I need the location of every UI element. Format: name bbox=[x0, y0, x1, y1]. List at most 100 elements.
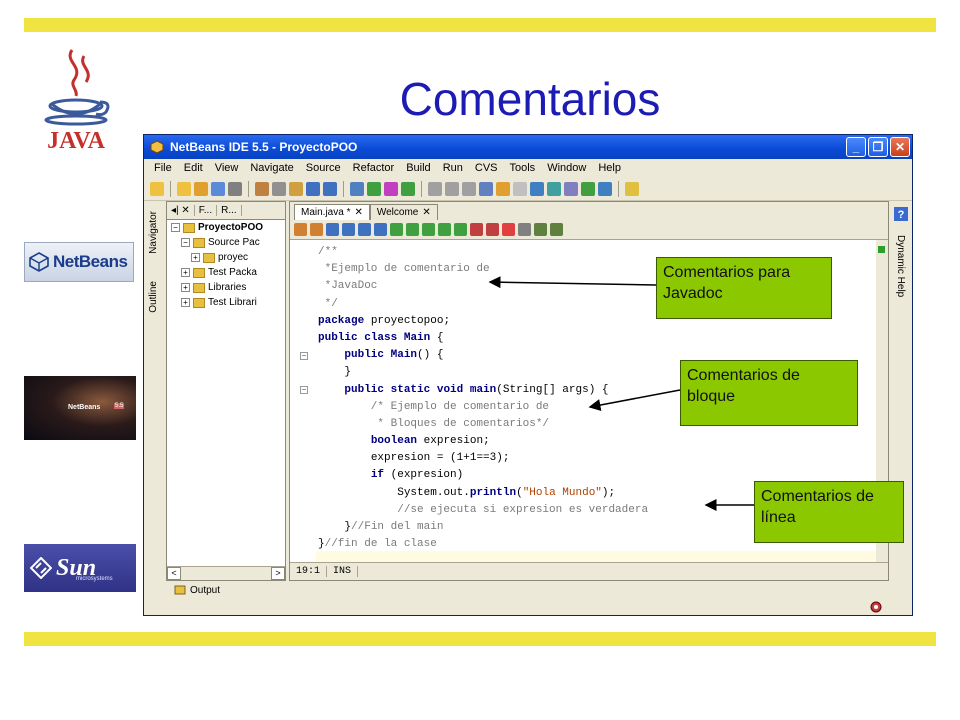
editor-toolbar-button-icon[interactable] bbox=[518, 223, 531, 236]
netbeans-app-icon bbox=[150, 140, 164, 154]
tree-expand-toggle[interactable]: − bbox=[171, 223, 180, 232]
toolbar-button-icon[interactable] bbox=[530, 181, 544, 196]
close-tab-icon[interactable]: ✕ bbox=[354, 207, 362, 218]
toolbar-button-icon[interactable] bbox=[228, 181, 242, 196]
toolbar-button-icon[interactable] bbox=[625, 181, 639, 196]
tree-node[interactable]: + Test Librari bbox=[167, 295, 285, 310]
toolbar-button-icon[interactable] bbox=[255, 181, 269, 196]
editor-toolbar-button-icon[interactable] bbox=[358, 223, 371, 236]
project-panel-tab[interactable]: R... bbox=[217, 205, 242, 216]
ok-marker bbox=[878, 246, 885, 253]
menu-item-source[interactable]: Source bbox=[300, 162, 347, 174]
fold-toggle-constructor[interactable]: − bbox=[300, 352, 308, 360]
menu-item-help[interactable]: Help bbox=[592, 162, 627, 174]
tree-expand-toggle[interactable]: + bbox=[191, 253, 200, 262]
project-panel-tab[interactable]: ◂| ✕ bbox=[167, 205, 195, 216]
editor-toolbar-button-icon[interactable] bbox=[342, 223, 355, 236]
toolbar-button-icon[interactable] bbox=[272, 181, 286, 196]
scroll-right-arrow[interactable]: > bbox=[271, 567, 285, 580]
editor-toolbar-button-icon[interactable] bbox=[550, 223, 563, 236]
projects-scrollbar[interactable]: < > bbox=[167, 566, 285, 580]
menu-item-window[interactable]: Window bbox=[541, 162, 592, 174]
help-icon[interactable]: ? bbox=[894, 207, 908, 221]
editor-toolbar-button-icon[interactable] bbox=[486, 223, 499, 236]
window-title: NetBeans IDE 5.5 - ProyectoPOO bbox=[170, 140, 358, 154]
editor-tab-label: Welcome bbox=[376, 207, 419, 218]
menu-item-edit[interactable]: Edit bbox=[178, 162, 209, 174]
tree-node[interactable]: + Libraries bbox=[167, 280, 285, 295]
editor-toolbar-button-icon[interactable] bbox=[326, 223, 339, 236]
toolbar-button-icon[interactable] bbox=[367, 181, 381, 196]
toolbar-button-icon[interactable] bbox=[513, 181, 527, 196]
menu-item-cvs[interactable]: CVS bbox=[469, 162, 504, 174]
navigator-tab[interactable]: Navigator bbox=[148, 211, 159, 254]
menu-item-navigate[interactable]: Navigate bbox=[244, 162, 299, 174]
output-label: Output bbox=[190, 584, 221, 596]
toolbar-separator bbox=[421, 180, 422, 197]
projects-panel: ◂| ✕ F... R... − ProyectoPOO − Source Pac + pro… bbox=[166, 201, 286, 581]
menu-item-run[interactable]: Run bbox=[437, 162, 469, 174]
output-tab[interactable]: Output bbox=[166, 583, 366, 597]
dynamic-help-tab[interactable]: Dynamic Help bbox=[895, 235, 906, 297]
scroll-left-arrow[interactable]: < bbox=[167, 567, 181, 580]
code-line: public static void main(String[] args) { bbox=[344, 383, 609, 396]
editor-toolbar-button-icon[interactable] bbox=[310, 223, 323, 236]
toolbar-button-icon[interactable] bbox=[177, 181, 191, 196]
restore-button[interactable]: ❐ bbox=[868, 137, 888, 157]
menu-item-view[interactable]: View bbox=[209, 162, 245, 174]
toolbar-button-icon[interactable] bbox=[323, 181, 337, 196]
editor-toolbar-button-icon[interactable] bbox=[406, 223, 419, 236]
tree-node[interactable]: − Source Pac bbox=[167, 235, 285, 250]
menu-item-file[interactable]: File bbox=[148, 162, 178, 174]
menu-item-tools[interactable]: Tools bbox=[504, 162, 542, 174]
menu-item-refactor[interactable]: Refactor bbox=[347, 162, 401, 174]
editor-toolbar-button-icon[interactable] bbox=[374, 223, 387, 236]
toolbar-button-icon[interactable] bbox=[462, 181, 476, 196]
toolbar-button-icon[interactable] bbox=[211, 181, 225, 196]
toolbar-button-icon[interactable] bbox=[428, 181, 442, 196]
tree-node[interactable]: + proyec bbox=[167, 250, 285, 265]
window-titlebar[interactable]: NetBeans IDE 5.5 - ProyectoPOO _ ❐ ✕ bbox=[144, 135, 912, 159]
gear-icon[interactable] bbox=[870, 601, 882, 613]
tree-expand-toggle[interactable]: + bbox=[181, 298, 190, 307]
editor-tab[interactable]: Main.java * ✕ bbox=[294, 204, 370, 220]
project-panel-tab[interactable]: F... bbox=[195, 205, 218, 216]
editor-toolbar-button-icon[interactable] bbox=[502, 223, 515, 236]
toolbar-button-icon[interactable] bbox=[445, 181, 459, 196]
minimize-button[interactable]: _ bbox=[846, 137, 866, 157]
editor-toolbar-button-icon[interactable] bbox=[534, 223, 547, 236]
toolbar-button-icon[interactable] bbox=[564, 181, 578, 196]
editor-toolbar-button-icon[interactable] bbox=[454, 223, 467, 236]
toolbar-button-icon[interactable] bbox=[598, 181, 612, 196]
toolbar-button-icon[interactable] bbox=[384, 181, 398, 196]
editor-toolbar-button-icon[interactable] bbox=[470, 223, 483, 236]
tree-node[interactable]: + Test Packa bbox=[167, 265, 285, 280]
toolbar-button-icon[interactable] bbox=[496, 181, 510, 196]
editor-tab[interactable]: Welcome ✕ bbox=[369, 204, 438, 220]
menu-bar: File Edit View Navigate Source Refactor Build R… bbox=[144, 159, 912, 177]
tree-expand-toggle[interactable]: + bbox=[181, 283, 190, 292]
fold-toggle-main[interactable]: − bbox=[300, 386, 308, 394]
toolbar-button-icon[interactable] bbox=[350, 181, 364, 196]
tree-expand-toggle[interactable]: + bbox=[181, 268, 190, 277]
toolbar-button-icon[interactable] bbox=[479, 181, 493, 196]
splash-wordmark: NetBeans bbox=[68, 404, 101, 411]
toolbar-button-icon[interactable] bbox=[289, 181, 303, 196]
close-button[interactable]: ✕ bbox=[890, 137, 910, 157]
editor-toolbar-button-icon[interactable] bbox=[390, 223, 403, 236]
toolbar-button-icon[interactable] bbox=[194, 181, 208, 196]
toolbar-button-icon[interactable] bbox=[150, 181, 164, 196]
menu-item-build[interactable]: Build bbox=[400, 162, 436, 174]
editor-toolbar-button-icon[interactable] bbox=[422, 223, 435, 236]
tree-expand-toggle[interactable]: − bbox=[181, 238, 190, 247]
toolbar-button-icon[interactable] bbox=[581, 181, 595, 196]
tree-node[interactable]: − ProyectoPOO bbox=[167, 220, 285, 235]
editor-toolbar-button-icon[interactable] bbox=[438, 223, 451, 236]
toolbar-button-icon[interactable] bbox=[547, 181, 561, 196]
outline-tab[interactable]: Outline bbox=[148, 281, 159, 313]
close-tab-icon[interactable]: ✕ bbox=[422, 207, 430, 218]
toolbar-button-icon[interactable] bbox=[306, 181, 320, 196]
toolbar-button-icon[interactable] bbox=[401, 181, 415, 196]
editor-toolbar-button-icon[interactable] bbox=[294, 223, 307, 236]
tree-node-label: Libraries bbox=[208, 282, 247, 293]
